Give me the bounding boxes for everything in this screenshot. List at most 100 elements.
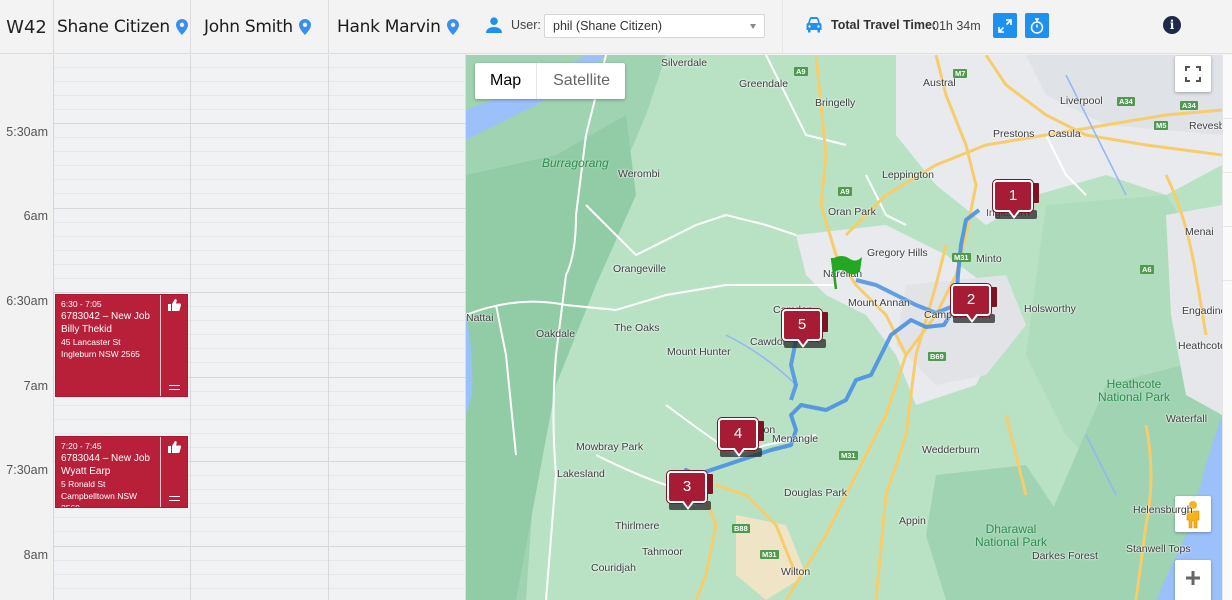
time-label: 7:30am (6, 463, 48, 477)
event-title: 6783042 – New Job (61, 311, 150, 322)
event-time: 6:30 - 7:05 (61, 299, 102, 309)
marker-number: 3 (667, 471, 707, 503)
timer-button[interactable] (1025, 13, 1049, 38)
event-address-line2: Ingleburn NSW 2565 (61, 349, 140, 359)
route-stop-marker[interactable]: 5 (782, 309, 834, 353)
map-place-label: Oakdale (536, 328, 576, 340)
day-column-john-smith[interactable] (191, 55, 329, 600)
map-type-map-button[interactable]: Map (475, 63, 538, 99)
map-place-label: Lakesland (557, 468, 605, 480)
marker-tail (734, 447, 744, 454)
thumbs-up-icon[interactable] (168, 441, 181, 453)
road-shield: B69 (928, 352, 946, 361)
time-label: 5:30am (6, 125, 48, 139)
route-stop-marker[interactable]: 1 (993, 180, 1045, 224)
app-root: W42 Shane Citizen John Smith Hank Marvin… (0, 0, 1232, 600)
map-place-label: Revesby (1189, 120, 1222, 132)
route-stop-marker[interactable]: 3 (667, 471, 719, 515)
road-shield: A6 (1140, 265, 1154, 274)
expand-map-button[interactable] (993, 13, 1017, 38)
resource-name: John Smith (204, 17, 293, 37)
day-column-hank-marvin[interactable] (329, 55, 466, 600)
marker-number: 1 (993, 180, 1033, 212)
map-place-label: Douglas Park (784, 487, 848, 499)
marker-tail (967, 313, 977, 320)
user-select[interactable]: phil (Shane Citizen) (544, 14, 765, 38)
resource-column-header[interactable]: Hank Marvin (329, 0, 466, 54)
map-place-label: Burragorang (542, 156, 609, 170)
map-place-label: Heathcote (1178, 340, 1222, 352)
map-place-label: Werombi (618, 168, 660, 180)
route-stop-marker[interactable]: 2 (951, 284, 1003, 328)
map-place-label: Holsworthy (1024, 303, 1076, 315)
start-flag-icon (830, 256, 862, 290)
scheduler-calendar: W42 Shane Citizen John Smith Hank Marvin… (0, 0, 466, 600)
event-address-line2: Campbelltown NSW (61, 491, 138, 501)
marker-number: 4 (718, 418, 758, 450)
resource-column-header[interactable]: John Smith (191, 0, 329, 54)
map-place-label: Casula (1048, 128, 1081, 140)
location-pin-icon[interactable] (298, 19, 311, 35)
fullscreen-button[interactable] (1175, 56, 1211, 92)
job-event[interactable]: 7:20 - 7:45 6783044 – New Job Wyatt Earp… (55, 436, 188, 508)
event-details[interactable]: 7:20 - 7:45 6783044 – New Job Wyatt Earp… (56, 437, 160, 507)
map-place-label: Austral (923, 77, 956, 89)
event-customer: Wyatt Earp (61, 466, 111, 477)
road-shield: M5 (1154, 121, 1169, 130)
map-type-satellite-button[interactable]: Satellite (537, 63, 625, 99)
event-time: 7:20 - 7:45 (61, 441, 102, 451)
map-place-label: Stanwell Tops (1126, 543, 1191, 555)
time-label: 8am (23, 548, 48, 562)
user-label: User: (511, 18, 541, 32)
zoom-in-button[interactable] (1175, 560, 1211, 600)
calendar-header: W42 Shane Citizen John Smith Hank Marvin (0, 0, 466, 54)
map-place-label: Liverpool (1060, 95, 1103, 107)
resource-name: Hank Marvin (337, 17, 441, 37)
calendar-grid[interactable]: 5:30am 6am 6:30am 7am 7:30am 8am 6:30 - … (0, 55, 466, 600)
event-address-line3: 2560 (61, 502, 160, 507)
map-type-control: Map Satellite (475, 63, 626, 99)
map-place-label: Orangeville (613, 263, 667, 275)
marker-tail (683, 500, 693, 507)
road-shield: M7 (953, 69, 968, 78)
event-actions (160, 437, 187, 507)
route-stop-marker[interactable]: 4 (718, 418, 770, 462)
map-place-label: Silverdale (661, 57, 708, 69)
resource-name: Shane Citizen (57, 17, 170, 37)
chevron-down-icon (750, 24, 756, 29)
event-address-line1: 45 Lancaster St (61, 337, 121, 347)
stopwatch-icon (1030, 17, 1044, 34)
map-place-label: Couridjah (591, 562, 636, 574)
event-details[interactable]: 6:30 - 7:05 6783042 – New Job Billy Thek… (56, 295, 160, 396)
user-select-value: phil (Shane Citizen) (553, 19, 663, 33)
thumbs-up-icon[interactable] (168, 299, 181, 311)
marker-tail (1009, 209, 1019, 216)
map-place-label: Prestons (993, 128, 1035, 140)
road-shield: M31 (952, 253, 971, 262)
route-map[interactable]: Map Satellite Silverdale Greendale Bring… (466, 55, 1222, 600)
time-label: 7am (23, 379, 48, 393)
map-place-label: Thirlmere (615, 520, 660, 532)
map-tiles (466, 55, 1222, 600)
fullscreen-icon (1185, 66, 1201, 82)
map-place-label: Helensburgh (1133, 504, 1193, 516)
time-label: 6am (23, 209, 48, 223)
map-place-label: Cawdor (750, 336, 787, 348)
resize-handle-icon[interactable] (169, 385, 180, 390)
divider (1223, 172, 1232, 173)
info-icon[interactable]: i (1163, 16, 1181, 34)
location-pin-icon[interactable] (446, 19, 459, 35)
map-place-label: Bringelly (815, 97, 856, 109)
right-edge-panel (1222, 55, 1232, 600)
road-shield: M31 (760, 550, 779, 559)
resource-column-header[interactable]: Shane Citizen (54, 0, 191, 54)
map-place-label: Leppington (882, 169, 934, 181)
job-event[interactable]: 6:30 - 7:05 6783042 – New Job Billy Thek… (55, 294, 188, 397)
time-gutter: 5:30am 6am 6:30am 7am 7:30am 8am (0, 55, 54, 600)
resize-handle-icon[interactable] (169, 496, 180, 501)
location-pin-icon[interactable] (175, 19, 188, 35)
divider (1223, 118, 1232, 119)
map-place-label: Appin (899, 515, 926, 527)
road-shield: A9 (794, 67, 808, 76)
event-customer: Billy Thekid (61, 324, 112, 335)
